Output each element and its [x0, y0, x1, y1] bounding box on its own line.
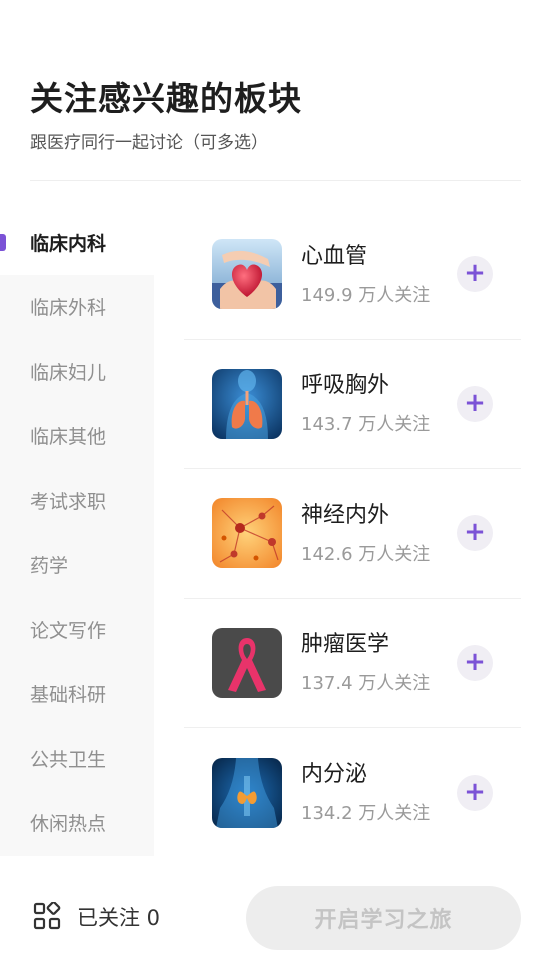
plus-icon: +	[464, 776, 486, 807]
sidebar-item-internal-medicine[interactable]: 临床内科	[0, 210, 154, 275]
neurons-image	[212, 498, 282, 569]
add-topic-button[interactable]: +	[457, 385, 493, 422]
topic-followers: 142.6 万人关注	[301, 543, 431, 565]
start-learning-button[interactable]: 开启学习之旅	[246, 886, 521, 950]
topic-followers: 137.4 万人关注	[301, 673, 431, 695]
plus-icon: +	[464, 387, 486, 418]
page-title: 关注感兴趣的板块	[30, 79, 302, 118]
sidebar-item-label: 基础科研	[30, 684, 107, 707]
lungs-image	[212, 368, 282, 439]
add-topic-button[interactable]: +	[457, 644, 493, 681]
thyroid-image	[212, 757, 282, 828]
topic-name: 呼吸胸外	[301, 373, 390, 399]
footer-bar: 已关注 0 开启学习之旅	[0, 880, 551, 956]
page-subtitle: 跟医疗同行一起讨论（可多选）	[30, 133, 268, 153]
topic-followers: 149.9 万人关注	[301, 284, 431, 306]
category-sidebar: 临床内科 临床外科 临床妇儿 临床其他 考试求职 药学 论文写作 基础科研 公共…	[0, 210, 154, 856]
add-topic-button[interactable]: +	[457, 774, 493, 811]
sidebar-item-exams-jobs[interactable]: 考试求职	[0, 468, 154, 533]
plus-icon: +	[464, 258, 486, 289]
sidebar-item-clinical-other[interactable]: 临床其他	[0, 404, 154, 469]
sidebar-item-label: 临床妇儿	[30, 361, 107, 384]
topic-list: 心血管 149.9 万人关注 + 呼吸胸外 143.7 万人关注 + 神经内外 …	[184, 210, 521, 858]
sidebar-item-label: 临床内科	[30, 232, 107, 255]
plus-icon: +	[464, 517, 486, 548]
topic-row-oncology[interactable]: 肿瘤医学 137.4 万人关注 +	[184, 599, 521, 728]
sidebar-item-label: 考试求职	[30, 490, 107, 513]
topic-followers: 143.7 万人关注	[301, 414, 431, 436]
topic-name: 神经内外	[301, 502, 390, 528]
topic-row-cardiovascular[interactable]: 心血管 149.9 万人关注 +	[184, 210, 521, 340]
topic-name: 内分泌	[301, 762, 368, 788]
plus-icon: +	[464, 646, 486, 677]
topic-name: 肿瘤医学	[301, 632, 390, 658]
sidebar-item-pharmacy[interactable]: 药学	[0, 533, 154, 598]
sidebar-item-label: 休闲热点	[30, 813, 107, 836]
topic-row-endocrine[interactable]: 内分泌 134.2 万人关注 +	[184, 728, 521, 858]
add-topic-button[interactable]: +	[457, 515, 493, 552]
heart-image	[212, 239, 282, 310]
pink-ribbon-image	[212, 627, 282, 698]
sidebar-item-public-health[interactable]: 公共卫生	[0, 726, 154, 791]
sidebar-item-leisure[interactable]: 休闲热点	[0, 791, 154, 856]
sidebar-item-surgery[interactable]: 临床外科	[0, 275, 154, 340]
sidebar-item-label: 药学	[30, 555, 69, 578]
page-header: 关注感兴趣的板块 跟医疗同行一起讨论（可多选）	[30, 76, 521, 153]
topic-row-neurology[interactable]: 神经内外 142.6 万人关注 +	[184, 469, 521, 599]
topic-name: 心血管	[301, 243, 368, 269]
followed-count[interactable]: 已关注 0	[77, 902, 160, 932]
add-topic-button[interactable]: +	[457, 256, 493, 293]
sidebar-item-ob-peds[interactable]: 临床妇儿	[0, 339, 154, 404]
topic-followers: 134.2 万人关注	[301, 803, 431, 825]
sidebar-item-label: 临床其他	[30, 426, 107, 449]
sidebar-item-label: 公共卫生	[30, 748, 107, 771]
topic-row-respiratory[interactable]: 呼吸胸外 143.7 万人关注 +	[184, 340, 521, 469]
sidebar-item-label: 临床外科	[30, 297, 107, 320]
grid-icon	[33, 902, 61, 930]
header-divider	[30, 180, 521, 181]
sidebar-item-basic-research[interactable]: 基础科研	[0, 662, 154, 727]
sidebar-item-paper-writing[interactable]: 论文写作	[0, 597, 154, 662]
sidebar-item-label: 论文写作	[30, 619, 107, 642]
